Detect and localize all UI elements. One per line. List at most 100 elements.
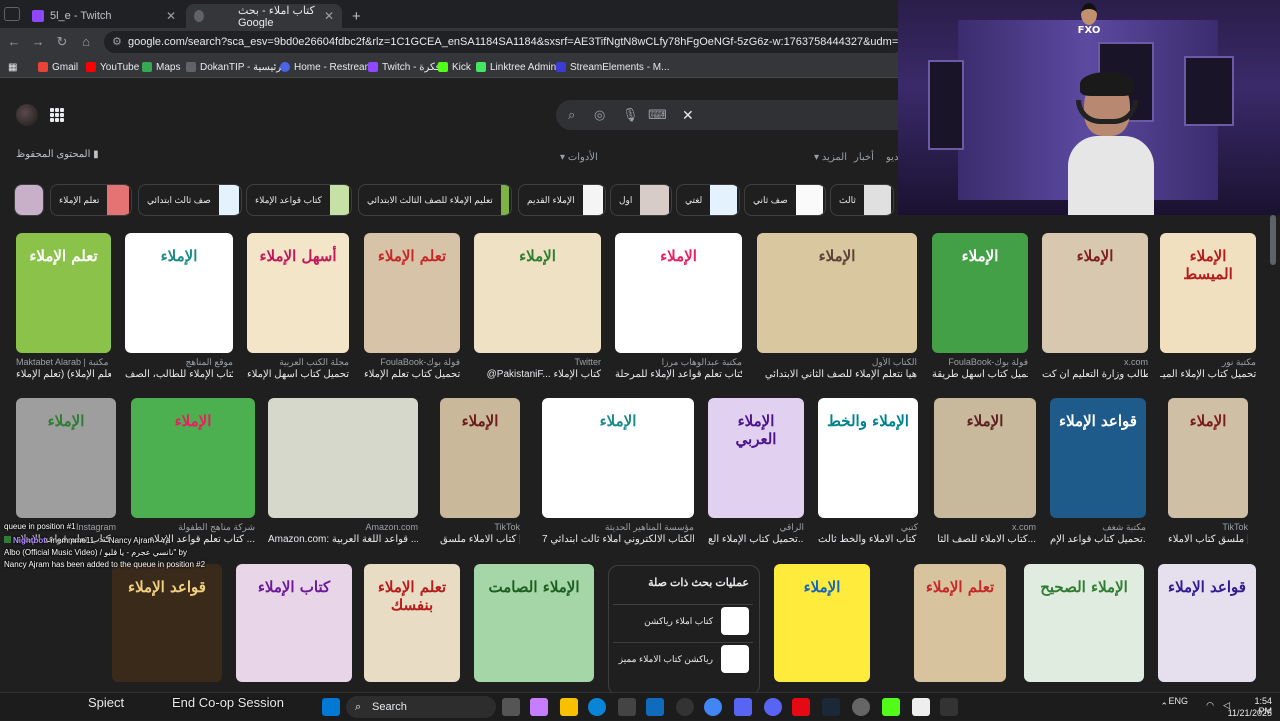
image-result[interactable]: قواعد الإملاء bbox=[1050, 398, 1146, 518]
image-caption[interactable]: كتاب الإملاء للطالب، الصف ... bbox=[125, 369, 233, 380]
image-source[interactable]: موقع المناهج bbox=[125, 357, 233, 368]
chip[interactable]: تعليم الإملاء للصف الثالث الابتدائي bbox=[358, 184, 512, 216]
back-icon[interactable]: ← bbox=[6, 34, 22, 50]
image-caption[interactable]: تحميل كتاب تعلم الإملاء ... bbox=[364, 369, 460, 380]
image-caption[interactable]: كتاب تعلم قواعد الإملاء للمرحلة ... bbox=[615, 369, 742, 380]
taskbar-search[interactable]: ⌕ Search bbox=[346, 696, 496, 718]
image-source[interactable]: TikTok bbox=[440, 522, 520, 532]
image-result[interactable]: الإملاء bbox=[615, 233, 742, 353]
image-result[interactable]: الإملاء bbox=[1042, 233, 1148, 353]
image-result[interactable]: تعلم الإملاء bbox=[364, 233, 460, 353]
bookmark-twitch[interactable]: Twitch - فكرة bbox=[368, 60, 440, 74]
image-result[interactable]: الإملاء bbox=[757, 233, 917, 353]
app-icon[interactable] bbox=[734, 698, 752, 716]
chevron-up-icon[interactable]: ⌃ bbox=[1160, 701, 1168, 712]
image-source[interactable]: مكتبة شغف bbox=[1050, 522, 1146, 533]
image-caption[interactable]: تحميل كتاب أسهل الإملاء ... bbox=[247, 369, 349, 380]
related-item[interactable]: كتاب املاء رياكشن bbox=[613, 604, 753, 636]
image-result[interactable]: الإملاء الميسط bbox=[1160, 233, 1256, 353]
new-tab-button[interactable]: + bbox=[344, 4, 364, 28]
chip[interactable]: ثالث bbox=[830, 184, 894, 216]
image-source[interactable]: Twitter bbox=[474, 357, 601, 367]
bookmark-restream[interactable]: Home - Restream bbox=[280, 60, 373, 74]
image-result[interactable]: الإملاء bbox=[16, 398, 116, 518]
image-caption[interactable]: تحميل كتاب الإملاء الميـ... bbox=[1160, 369, 1256, 380]
bookmark-dokantip[interactable]: DokanTIP - الرئيسية bbox=[186, 60, 288, 74]
image-result[interactable]: الإملاء العربي bbox=[708, 398, 804, 518]
image-caption[interactable]: هيا نتعلم الإملاء للصف الثاني الابتدائي bbox=[757, 369, 917, 380]
steam-icon[interactable] bbox=[822, 698, 840, 716]
image-source[interactable]: مؤسسة المناهير الحديثة bbox=[542, 522, 694, 533]
tools-button[interactable]: ▾ الأدوات bbox=[560, 152, 598, 163]
close-icon[interactable]: ✕ bbox=[166, 9, 176, 23]
image-result[interactable]: قواعد الإملاء bbox=[1158, 564, 1256, 682]
image-source[interactable]: مجلة الكتب العربية bbox=[247, 357, 349, 368]
google-apps-icon[interactable] bbox=[50, 108, 64, 122]
bookmark-kick[interactable]: Kick bbox=[438, 60, 471, 74]
keyboard-icon[interactable]: ⌨ bbox=[648, 107, 667, 123]
site-info-icon[interactable]: ⚙ bbox=[112, 31, 122, 53]
chip-thumb[interactable] bbox=[14, 184, 44, 216]
image-result[interactable]: الإملاء الصحيح bbox=[1024, 564, 1144, 682]
news-tab[interactable]: أخبار bbox=[854, 152, 874, 163]
image-caption[interactable]: كتاب الاملاء ملسق | ... bbox=[440, 534, 520, 545]
image-result[interactable]: أسهل الإملاء bbox=[247, 233, 349, 353]
outlook-icon[interactable] bbox=[646, 698, 664, 716]
avatar[interactable] bbox=[16, 104, 38, 126]
windows-start-icon[interactable] bbox=[322, 698, 340, 716]
image-result[interactable]: تعلم الإملاء bbox=[914, 564, 1006, 682]
image-source[interactable]: x.com bbox=[934, 522, 1036, 532]
chip[interactable]: صف ثالث ابتدائي bbox=[138, 184, 242, 216]
bookmark-streamelements[interactable]: StreamElements - M... bbox=[556, 60, 669, 74]
image-result[interactable]: الإملاء bbox=[440, 398, 520, 518]
image-caption[interactable]: Amazon.com: قواعد اللغة العربية ... bbox=[268, 534, 418, 545]
image-source[interactable]: TikTok bbox=[1168, 522, 1248, 532]
image-result[interactable]: تعلم الإملاء بنفسك bbox=[364, 564, 460, 682]
reload-icon[interactable]: ↻ bbox=[54, 34, 70, 50]
image-result[interactable]: الإملاء bbox=[125, 233, 233, 353]
image-source[interactable]: الكتاب الأول bbox=[757, 357, 917, 368]
tab-google-search[interactable]: كتاب املاء - بحث Google ✕ bbox=[186, 4, 342, 29]
chip[interactable]: كتاب قواعد الإملاء bbox=[246, 184, 352, 216]
app-icon[interactable] bbox=[940, 698, 958, 716]
videos-tab[interactable]: فيديو bbox=[886, 152, 898, 163]
discord-icon[interactable] bbox=[764, 698, 782, 716]
image-result[interactable]: الإملاء bbox=[1168, 398, 1248, 518]
notepad-icon[interactable] bbox=[912, 698, 930, 716]
tab-search-icon[interactable] bbox=[4, 7, 20, 21]
bookmark-linktree[interactable]: Linktree Admin bbox=[476, 60, 556, 74]
bookmark-youtube[interactable]: YouTube bbox=[86, 60, 139, 74]
address-bar[interactable]: ⚙ google.com/search?sca_esv=9bd0e26604fd… bbox=[104, 31, 904, 53]
more-button[interactable]: ▾ المزيد bbox=[814, 152, 847, 163]
image-caption[interactable]: أطالب وزارة التعليم ان كت... bbox=[1042, 369, 1148, 380]
netflix-icon[interactable] bbox=[792, 698, 810, 716]
image-result[interactable]: كتاب الإملاء bbox=[236, 564, 352, 682]
image-caption[interactable]: @PakistaniF... كتاب الإملاء bbox=[474, 369, 601, 380]
image-result[interactable]: الإملاء bbox=[131, 398, 255, 518]
task-view-icon[interactable] bbox=[502, 698, 520, 716]
chip[interactable]: لغتي bbox=[676, 184, 740, 216]
image-result[interactable]: الإملاء bbox=[542, 398, 694, 518]
close-icon[interactable]: ✕ bbox=[324, 9, 334, 23]
chip[interactable]: تعلم الإملاء bbox=[50, 184, 132, 216]
search-box[interactable]: ⌕ ◎ 🎙 ⌨ ✕ bbox=[556, 100, 900, 130]
scrollbar-thumb[interactable] bbox=[1270, 215, 1276, 265]
tab-twitch[interactable]: 5l_e - Twitch ✕ bbox=[24, 4, 184, 28]
apps-icon[interactable]: ▦ bbox=[8, 60, 17, 74]
image-source[interactable]: Amazon.com bbox=[268, 522, 418, 532]
edge-icon[interactable] bbox=[588, 698, 606, 716]
microphone-icon[interactable]: 🎙 bbox=[622, 107, 639, 123]
saved-content-link[interactable]: المحتوى المحفوظ ▮ bbox=[16, 149, 99, 160]
image-caption[interactable]: ملسق كتاب الاملاء | ... bbox=[1168, 534, 1248, 545]
image-caption[interactable]: تحميل كتاب أسهل طريقة ... bbox=[932, 369, 1028, 380]
image-source[interactable]: الراقي bbox=[708, 522, 804, 533]
chrome-icon[interactable] bbox=[704, 698, 722, 716]
image-result[interactable]: الإملاء الصامت bbox=[474, 564, 594, 682]
image-source[interactable]: x.com bbox=[1042, 357, 1148, 367]
image-source[interactable]: FoulaBook-فولة بوك bbox=[932, 357, 1028, 368]
obs-icon[interactable] bbox=[852, 698, 870, 716]
image-caption[interactable]: تحميل كتاب الإملاء الع... bbox=[708, 534, 804, 545]
image-result[interactable]: الإملاء bbox=[932, 233, 1028, 353]
chip[interactable]: الإملاء القديم bbox=[518, 184, 606, 216]
image-result[interactable]: الإملاء bbox=[474, 233, 601, 353]
